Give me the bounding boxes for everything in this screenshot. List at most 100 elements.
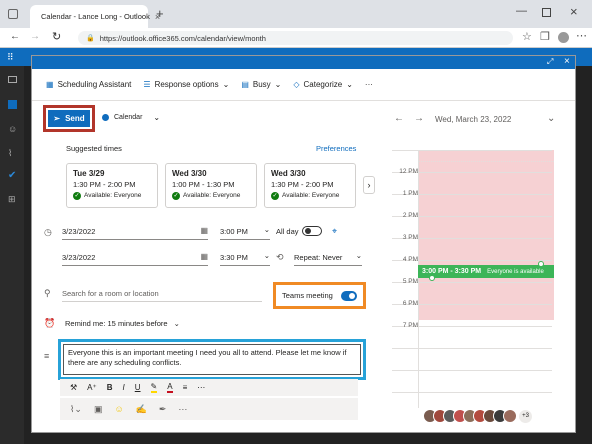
calendar-date-title: Wed, March 23, 2022 — [435, 115, 512, 124]
people-icon[interactable]: ☺ — [8, 124, 17, 134]
close-window-icon[interactable]: × — [570, 4, 578, 19]
next-day-arrow-icon[interactable]: → — [414, 113, 424, 124]
new-event-dialog: ⤢ × ▦ Scheduling Assistant ☰ Response op… — [31, 55, 576, 433]
calendar-icon[interactable] — [8, 100, 17, 109]
suggested-time-card[interactable]: Wed 3/30 1:30 PM - 2:00 PM ✓ Available: … — [264, 163, 356, 208]
highlight-color-icon[interactable]: ✎ — [150, 382, 158, 393]
italic-button[interactable]: I — [123, 383, 125, 392]
end-date-field[interactable]: 3/23/2022 ▦ — [62, 250, 208, 266]
maximize-icon[interactable] — [542, 8, 551, 17]
browser-tab-bar: Calendar - Lance Long - Outlook × + — × — [0, 0, 592, 28]
underline-button[interactable]: U — [135, 383, 141, 392]
more-format-icon[interactable]: ⋯ — [197, 383, 205, 392]
all-day-switch[interactable] — [301, 226, 322, 236]
calendar-picker-icon[interactable]: ▦ — [200, 252, 208, 261]
repeat-dropdown[interactable]: Repeat: Never ⌄ — [294, 250, 362, 266]
card-status: Available: Everyone — [84, 192, 142, 199]
todo-check-icon[interactable]: ✔ — [8, 170, 16, 181]
insert-image-icon[interactable]: ▣ — [94, 404, 103, 415]
categorize-label: Categorize — [303, 80, 343, 89]
profile-avatar[interactable] — [558, 32, 569, 43]
card-day: Wed 3/30 — [172, 169, 207, 178]
outlook-left-rail: ☺ ⌇ ✔ ⊞ — [0, 66, 24, 444]
repeat-value: Repeat: Never — [294, 253, 343, 262]
response-options-button[interactable]: ☰ Response options ⌄ — [143, 80, 229, 89]
hour-label: 1 PM — [402, 190, 418, 197]
next-suggestions-button[interactable]: › — [363, 176, 375, 194]
emoji-icon[interactable]: ☺ — [114, 404, 123, 414]
more-apps-icon[interactable]: ⊞ — [8, 194, 16, 205]
url-field[interactable]: 🔒 https://outlook.office365.com/calendar… — [78, 31, 513, 45]
chevron-down-icon: ⌄ — [274, 80, 282, 89]
busy-dropdown[interactable]: ▤ Busy ⌄ — [241, 80, 281, 89]
clock-icon: ◷ — [44, 227, 52, 237]
all-day-label: All day — [276, 226, 299, 236]
all-day-toggle[interactable]: All day — [276, 226, 322, 236]
font-color-icon[interactable]: A — [167, 382, 173, 393]
format-painter-icon[interactable]: ⚒ — [70, 383, 77, 392]
favorite-star-icon[interactable]: ☆ — [522, 30, 532, 43]
attendee-avatars[interactable]: +3 — [423, 409, 533, 425]
busy-block — [418, 150, 554, 320]
signature-icon[interactable]: ✒ — [159, 404, 167, 415]
browser-tab[interactable]: Calendar - Lance Long - Outlook × — [30, 5, 160, 28]
response-icon: ☰ — [143, 80, 151, 89]
day-calendar-grid[interactable]: 12 PM 1 PM 2 PM 3 PM 4 PM 5 PM 6 PM 7 PM… — [392, 150, 554, 408]
suggested-time-card[interactable]: Wed 3/30 1:00 PM - 1:30 PM ✓ Available: … — [165, 163, 257, 208]
card-status: Available: Everyone — [183, 192, 241, 199]
end-time-value: 3:30 PM — [220, 253, 248, 262]
start-date-field[interactable]: 3/23/2022 ▦ — [62, 224, 208, 240]
scheduling-assistant-button[interactable]: ▦ Scheduling Assistant — [46, 80, 131, 89]
send-button[interactable]: ➢ Send — [48, 110, 90, 127]
card-day: Tue 3/29 — [73, 169, 105, 178]
collections-icon[interactable]: ❐ — [540, 30, 550, 43]
mail-icon[interactable] — [8, 76, 17, 83]
resize-handle[interactable] — [538, 261, 544, 267]
calendar-selector-label: Calendar — [114, 114, 143, 121]
back-arrow-icon[interactable]: ← — [10, 31, 20, 42]
refresh-icon[interactable]: ↻ — [52, 30, 61, 43]
browser-menu-icon[interactable]: ⋯ — [576, 29, 587, 42]
end-time-field[interactable]: 3:30 PM ⌄ — [220, 250, 270, 266]
bold-button[interactable]: B — [107, 383, 113, 392]
calendar-selector[interactable]: Calendar ⌄ — [102, 113, 160, 122]
alarm-icon: ⏰ — [44, 318, 56, 328]
resize-handle[interactable] — [429, 275, 435, 281]
reminder-dropdown[interactable]: Remind me: 15 minutes before ⌄ — [65, 319, 180, 328]
teams-meeting-switch[interactable] — [340, 290, 357, 301]
categorize-button[interactable]: ◇ Categorize ⌄ — [293, 80, 353, 89]
chevron-down-icon: ⌄ — [346, 80, 353, 89]
tab-actions-icon[interactable] — [8, 9, 18, 19]
card-time: 1:30 PM - 2:00 PM — [73, 180, 136, 189]
more-insert-icon[interactable]: ⋯ — [178, 404, 187, 415]
font-size-icon[interactable]: A⁺ — [87, 383, 97, 392]
card-day: Wed 3/30 — [271, 169, 306, 178]
forward-arrow-icon[interactable]: → — [30, 31, 40, 42]
align-icon[interactable]: ≡ — [183, 383, 188, 392]
chevron-down-icon: ⌄ — [173, 319, 180, 328]
app-launcher-icon[interactable]: ⠿ — [7, 52, 14, 63]
new-tab-icon[interactable]: + — [156, 6, 164, 21]
briefcase-icon: ▤ — [241, 80, 249, 89]
scheduling-icon: ▦ — [46, 80, 54, 89]
location-input[interactable]: Search for a room or location — [62, 286, 262, 302]
suggested-time-card[interactable]: Tue 3/29 1:30 PM - 2:00 PM ✓ Available: … — [66, 163, 158, 208]
message-body-input[interactable]: Everyone this is an important meeting I … — [63, 344, 361, 375]
previous-day-arrow-icon[interactable]: ← — [394, 113, 404, 124]
more-attendees-badge: +3 — [519, 410, 532, 423]
minimize-icon[interactable]: — — [516, 5, 527, 17]
expand-icon[interactable]: ⤢ — [547, 57, 553, 67]
timezone-icon[interactable]: ⌖ — [332, 226, 337, 237]
hour-label: 6 PM — [402, 300, 418, 307]
more-options-button[interactable]: ··· — [365, 80, 373, 89]
preferences-link[interactable]: Preferences — [316, 144, 356, 153]
attach-file-icon[interactable]: ⌇⌄ — [70, 404, 82, 415]
dialog-close-icon[interactable]: × — [564, 56, 570, 67]
attach-icon[interactable]: ⌇ — [8, 148, 12, 159]
new-event-block[interactable]: 3:00 PM - 3:30 PM Everyone is available — [418, 265, 554, 278]
editor-icon[interactable]: ✍ — [136, 404, 147, 415]
calendar-picker-icon[interactable]: ▦ — [200, 226, 208, 235]
text-lines-icon: ≡ — [44, 351, 50, 361]
chevron-down-icon[interactable]: ⌄ — [547, 113, 555, 124]
start-time-field[interactable]: 3:00 PM ⌄ — [220, 224, 270, 240]
